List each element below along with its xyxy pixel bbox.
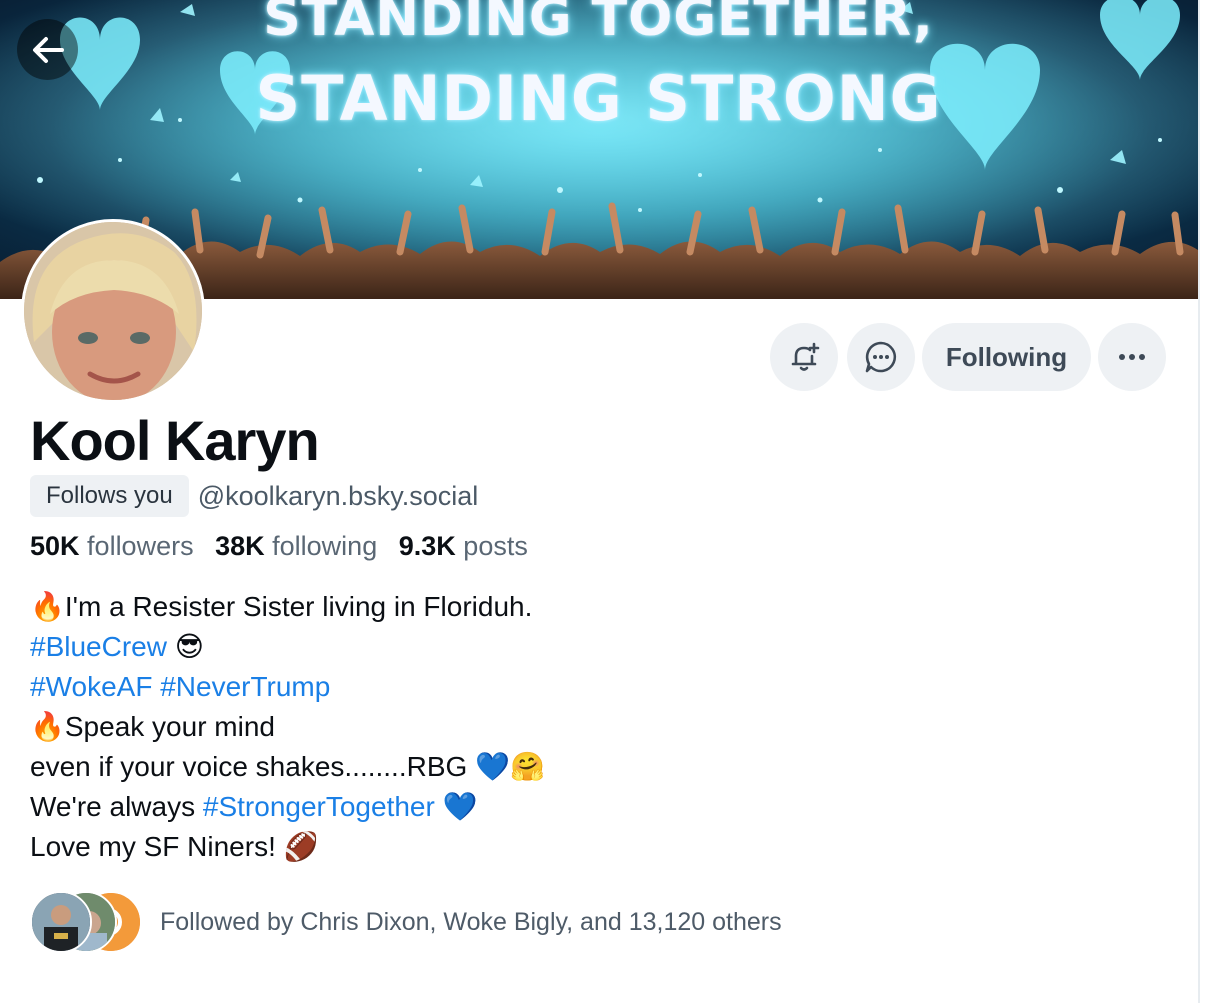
bio-line: #BlueCrew 😎 [30, 627, 545, 667]
hashtag-link[interactable]: #NeverTrump [160, 671, 330, 702]
heart-hug-emoji: 💙🤗 [475, 750, 545, 783]
column-divider [1198, 0, 1200, 1003]
subscribe-button[interactable] [770, 323, 838, 391]
profile-handle: @koolkaryn.bsky.social [197, 480, 479, 511]
arrow-left-icon [32, 36, 64, 63]
fire-emoji: 🔥 [30, 590, 65, 623]
avatar-image [24, 222, 202, 400]
hashtag-link[interactable]: #BlueCrew [30, 631, 167, 662]
banner-headline-line2: STANDING STRONG [255, 62, 942, 135]
chat-bubble-icon [865, 341, 897, 373]
followers-stat[interactable]: 50K followers [30, 531, 194, 561]
posts-stat: 9.3K posts [399, 531, 528, 561]
profile-bio: 🔥I'm a Resister Sister living in Floridu… [30, 587, 545, 867]
following-label: following [272, 531, 378, 561]
bio-line: #WokeAF #NeverTrump [30, 667, 545, 707]
sunglasses-emoji: 😎 [174, 630, 204, 663]
ellipsis-icon [1119, 354, 1145, 360]
banner-headline-line1: STANDING TOGETHER, [263, 0, 934, 48]
known-followers-avatars [30, 891, 142, 953]
followers-count: 50K [30, 531, 80, 561]
bio-text: Love my SF Niners! [30, 831, 276, 862]
profile-avatar[interactable] [21, 219, 205, 403]
following-stat[interactable]: 38K following [215, 531, 377, 561]
bio-line: 🔥I'm a Resister Sister living in Floridu… [30, 587, 545, 627]
bio-text: Speak your mind [64, 711, 275, 742]
followed-by-text: Followed by Chris Dixon, Woke Bigly, and… [160, 907, 782, 936]
hashtag-link[interactable]: #WokeAF [30, 671, 152, 702]
hashtag-link[interactable]: #StrongerTogether [203, 791, 435, 822]
bio-line: We're always #StrongerTogether 💙 [30, 787, 545, 827]
follows-you-badge: Follows you [30, 475, 189, 517]
followed-by-row[interactable]: Followed by Chris Dixon, Woke Bigly, and… [30, 891, 782, 953]
bio-text: We're always [30, 791, 196, 822]
followers-label: followers [87, 531, 194, 561]
message-button[interactable] [847, 323, 915, 391]
bio-text: I'm a Resister Sister living in Floriduh… [64, 591, 533, 622]
bio-line: Love my SF Niners! 🏈 [30, 827, 545, 867]
blue-heart-emoji: 💙 [442, 790, 478, 823]
display-name: Kool Karyn [30, 409, 320, 472]
bio-line: even if your voice shakes........RBG 💙🤗 [30, 747, 545, 787]
bio-line: 🔥Speak your mind [30, 707, 545, 747]
following-button[interactable]: Following [922, 323, 1091, 391]
bio-text: even if your voice shakes........RBG [30, 751, 468, 782]
back-button[interactable] [17, 19, 78, 80]
fire-emoji: 🔥 [30, 710, 65, 743]
following-count: 38K [215, 531, 265, 561]
avatar [30, 891, 92, 953]
bell-plus-icon [791, 342, 820, 371]
posts-count: 9.3K [398, 531, 456, 561]
handle-row: Follows you @koolkaryn.bsky.social [30, 475, 478, 517]
more-options-button[interactable] [1098, 323, 1166, 391]
football-emoji: 🏈 [283, 830, 319, 863]
profile-stats: 50K followers 38K following 9.3K posts [30, 531, 542, 562]
posts-label: posts [463, 531, 528, 561]
